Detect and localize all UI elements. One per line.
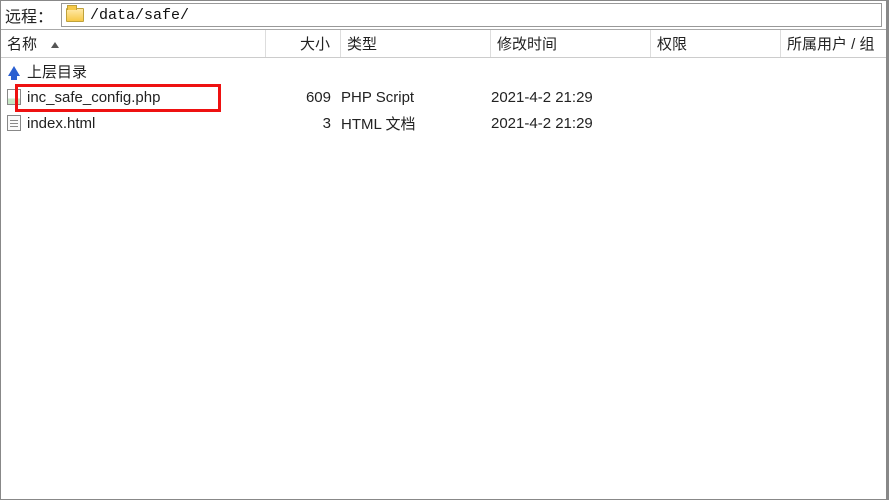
column-header-type-label: 类型: [347, 33, 377, 54]
file-name: index.html: [27, 115, 95, 132]
file-name: inc_safe_config.php: [27, 89, 160, 106]
file-row[interactable]: index.html 3 HTML 文档 2021-4-2 21:29: [1, 110, 886, 136]
file-row[interactable]: inc_safe_config.php 609 PHP Script 2021-…: [1, 84, 886, 110]
column-header-owner-label: 所属用户 / 组: [787, 33, 875, 54]
path-text: /data/safe/: [90, 7, 189, 24]
remote-label: 远程：: [5, 3, 53, 27]
column-header-permissions[interactable]: 权限: [651, 30, 781, 57]
file-type: PHP Script: [341, 89, 491, 106]
file-modified: 2021-4-2 21:29: [491, 115, 651, 132]
column-header-name[interactable]: 名称: [1, 30, 266, 57]
column-header-name-label: 名称: [7, 33, 37, 54]
php-file-icon: [5, 88, 23, 106]
column-header-row: 名称 大小 类型 修改时间 权限 所属用户 / 组: [1, 30, 886, 58]
up-arrow-icon: [5, 62, 23, 80]
sort-ascending-icon: [51, 42, 59, 48]
file-type: HTML 文档: [341, 113, 491, 134]
parent-dir-label: 上层目录: [27, 61, 87, 82]
column-header-type[interactable]: 类型: [341, 30, 491, 57]
file-list: 上层目录 inc_safe_config.php 609 PHP Script …: [1, 58, 886, 499]
column-header-permissions-label: 权限: [657, 33, 687, 54]
column-header-modified-label: 修改时间: [497, 33, 557, 54]
file-browser-panel: 远程： /data/safe/ 名称 大小 类型 修改时间 权限 所属用户 / …: [0, 0, 889, 500]
path-input[interactable]: /data/safe/: [61, 3, 882, 27]
column-header-size[interactable]: 大小: [266, 30, 341, 57]
path-bar: 远程： /data/safe/: [1, 1, 886, 30]
file-modified: 2021-4-2 21:29: [491, 89, 651, 106]
column-header-size-label: 大小: [300, 33, 330, 54]
folder-icon: [66, 8, 84, 22]
file-size: 609: [266, 89, 341, 106]
html-file-icon: [5, 114, 23, 132]
column-header-owner[interactable]: 所属用户 / 组: [781, 30, 886, 57]
file-size: 3: [266, 115, 341, 132]
column-header-modified[interactable]: 修改时间: [491, 30, 651, 57]
parent-dir-row[interactable]: 上层目录: [1, 58, 886, 84]
